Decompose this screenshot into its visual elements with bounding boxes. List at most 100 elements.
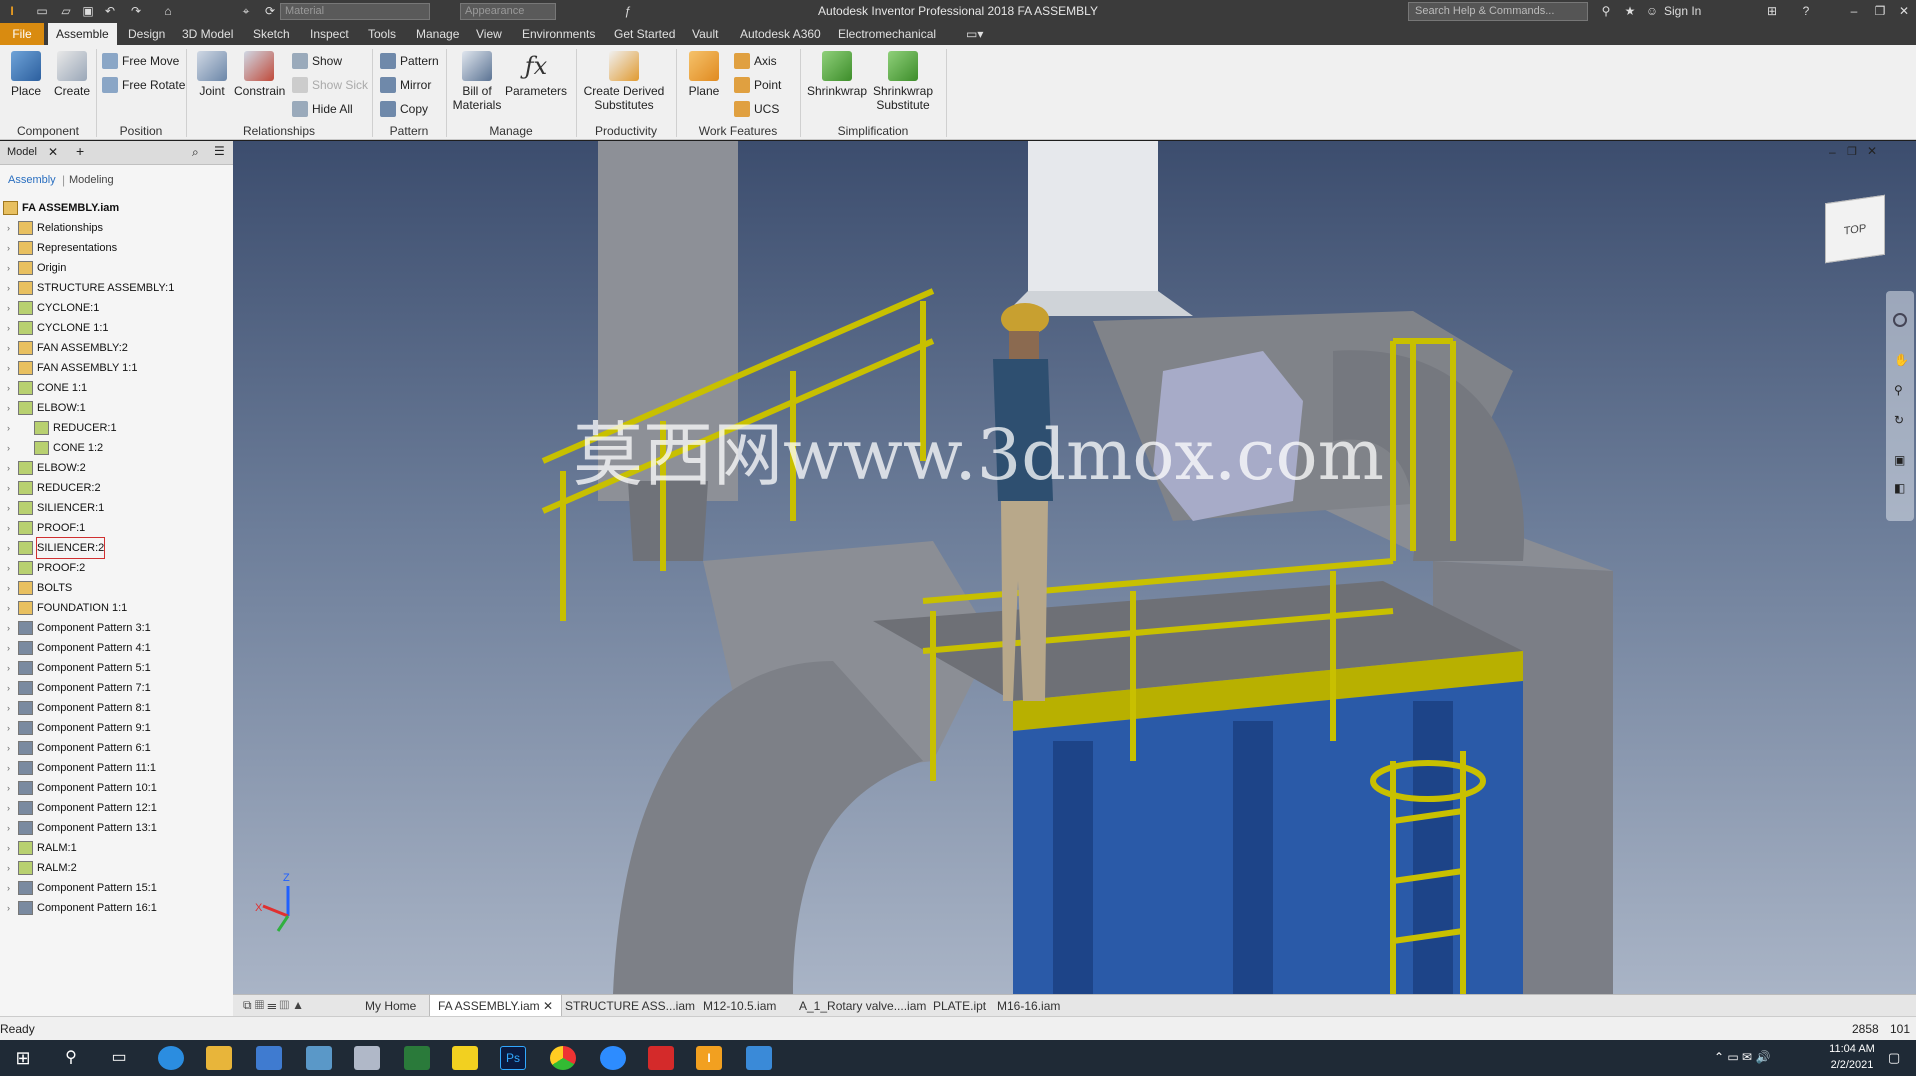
help-icon[interactable]: ? — [1798, 3, 1814, 19]
expand-arrow-icon[interactable]: › — [7, 418, 10, 438]
app-icon-1[interactable] — [306, 1046, 332, 1070]
menu-sketch[interactable]: Sketch — [245, 23, 298, 45]
menu-file[interactable]: File — [0, 23, 44, 45]
expand-arrow-icon[interactable]: › — [7, 838, 10, 858]
expand-arrow-icon[interactable]: › — [7, 538, 10, 558]
tree-item[interactable]: › PROOF:2 — [0, 558, 222, 578]
bom-button[interactable]: Bill of Materials — [450, 51, 504, 112]
expand-arrow-icon[interactable]: › — [7, 638, 10, 658]
shrinkwrap-substitute-button[interactable]: Shrinkwrap Substitute — [868, 51, 938, 112]
tree-item[interactable]: › PROOF:1 — [0, 518, 222, 538]
notification-icon[interactable]: ▢ — [1888, 1050, 1900, 1066]
menu-electromechanical[interactable]: Electromechanical — [830, 23, 944, 45]
expand-arrow-icon[interactable]: › — [7, 878, 10, 898]
expand-arrow-icon[interactable]: › — [7, 798, 10, 818]
expand-arrow-icon[interactable]: › — [7, 238, 10, 258]
viewport-restore-icon[interactable]: ❐ — [1847, 145, 1857, 158]
edge-icon[interactable] — [158, 1046, 184, 1070]
tree-item[interactable]: › CONE 1:1 — [0, 378, 222, 398]
show-button[interactable]: Show — [292, 51, 342, 71]
menu-design[interactable]: Design — [120, 23, 173, 45]
pattern-button[interactable]: Pattern — [380, 51, 439, 71]
show-sick-button[interactable]: Show Sick — [292, 75, 368, 95]
tree-item[interactable]: › Origin — [0, 258, 222, 278]
place-button[interactable]: Place — [6, 51, 46, 98]
constrain-button[interactable]: Constrain — [234, 51, 285, 98]
doc-tab-close-icon[interactable]: ✕ — [543, 999, 553, 1013]
point-button[interactable]: Point — [734, 75, 781, 95]
expand-arrow-icon[interactable]: › — [7, 578, 10, 598]
tree-item[interactable]: › Component Pattern 3:1 — [0, 618, 222, 638]
expand-arrow-icon[interactable]: › — [7, 438, 10, 458]
expand-arrow-icon[interactable]: › — [7, 218, 10, 238]
group-pattern[interactable]: Pattern — [372, 122, 446, 140]
free-rotate-button[interactable]: Free Rotate — [102, 75, 185, 95]
mirror-button[interactable]: Mirror — [380, 75, 431, 95]
tree-item[interactable]: › CYCLONE:1 — [0, 298, 222, 318]
free-move-button[interactable]: Free Move — [102, 51, 179, 71]
doc-tab-rotary-valve[interactable]: A_1_Rotary valve....iam — [791, 995, 934, 1017]
viewport-close-icon[interactable]: ✕ — [1867, 144, 1877, 158]
expand-arrow-icon[interactable]: › — [7, 818, 10, 838]
expand-arrow-icon[interactable]: › — [7, 258, 10, 278]
group-position[interactable]: Position — [96, 122, 186, 140]
expand-arrow-icon[interactable]: › — [7, 498, 10, 518]
file-explorer-icon[interactable] — [206, 1046, 232, 1070]
tree-item[interactable]: › FOUNDATION 1:1 — [0, 598, 222, 618]
doc-tab-structure[interactable]: STRUCTURE ASS...iam — [557, 995, 703, 1017]
group-simplification[interactable]: Simplification — [800, 122, 946, 140]
app-icon-2[interactable] — [354, 1046, 380, 1070]
expand-arrow-icon[interactable]: › — [7, 318, 10, 338]
clock-date[interactable]: 2/2/2021 — [1822, 1059, 1882, 1071]
expand-arrow-icon[interactable]: › — [7, 618, 10, 638]
tray-icons[interactable]: ⌃ ▭ ✉ 🔊 — [1714, 1050, 1770, 1064]
sign-in-link[interactable]: Sign In — [1664, 4, 1701, 18]
tree-item[interactable]: › Component Pattern 5:1 — [0, 658, 222, 678]
menu-manage[interactable]: Manage — [408, 23, 467, 45]
orbit-icon[interactable]: ↻ — [1894, 413, 1904, 427]
create-button[interactable]: Create — [52, 51, 92, 98]
menu-tools[interactable]: Tools — [360, 23, 404, 45]
expand-arrow-icon[interactable]: › — [7, 478, 10, 498]
tree-item[interactable]: › Component Pattern 11:1 — [0, 758, 222, 778]
expand-arrow-icon[interactable]: › — [7, 718, 10, 738]
tree-item[interactable]: › Component Pattern 4:1 — [0, 638, 222, 658]
expand-arrow-icon[interactable]: › — [7, 778, 10, 798]
clock-time[interactable]: 11:04 AM — [1822, 1043, 1882, 1055]
menu-vault[interactable]: Vault — [684, 23, 726, 45]
maximize-icon[interactable]: ❐ — [1872, 3, 1888, 19]
tree-item[interactable]: › SILIENCER:2 — [0, 537, 222, 559]
graphics-viewport[interactable]: Z X 莫西网www.3dmox.com TOP – ❐ ✕ ✋ ⚲ ↻ ▣ ◧ — [233, 141, 1916, 994]
expand-arrow-icon[interactable]: › — [7, 398, 10, 418]
expand-arrow-icon[interactable]: › — [7, 858, 10, 878]
expand-arrow-icon[interactable]: › — [7, 518, 10, 538]
tree-item[interactable]: › RALM:1 — [0, 838, 222, 858]
menu-a360[interactable]: Autodesk A360 — [732, 23, 829, 45]
group-component[interactable]: Component — [0, 122, 96, 140]
menu-view[interactable]: View — [468, 23, 510, 45]
tree-item[interactable]: › Component Pattern 16:1 — [0, 898, 222, 918]
photos-icon[interactable] — [746, 1046, 772, 1070]
inventor-taskbar-icon[interactable]: I — [696, 1046, 722, 1070]
copy-button[interactable]: Copy — [380, 99, 428, 119]
joint-button[interactable]: Joint — [192, 51, 232, 98]
group-relationships[interactable]: Relationships — [186, 122, 372, 140]
tile-icons[interactable]: ⧉ ▦ ☰ ▥ ▲ — [243, 998, 304, 1013]
binoculars-icon[interactable]: ⚲ — [1598, 3, 1614, 19]
tree-item[interactable]: › Component Pattern 7:1 — [0, 678, 222, 698]
expand-arrow-icon[interactable]: › — [7, 378, 10, 398]
tree-item[interactable]: › REDUCER:2 — [0, 478, 222, 498]
menu-icon[interactable]: ☰ — [214, 144, 225, 158]
plane-button[interactable]: Plane — [686, 51, 722, 98]
taskbar-search-icon[interactable]: ⚲ — [58, 1046, 84, 1070]
expand-arrow-icon[interactable]: › — [7, 658, 10, 678]
tree-item[interactable]: › RALM:2 — [0, 858, 222, 878]
expand-arrow-icon[interactable]: › — [7, 738, 10, 758]
create-derived-substitutes-button[interactable]: Create Derived Substitutes — [580, 51, 668, 112]
expand-arrow-icon[interactable]: › — [7, 598, 10, 618]
expand-arrow-icon[interactable]: › — [7, 898, 10, 918]
tree-item[interactable]: › Component Pattern 8:1 — [0, 698, 222, 718]
doc-tab-m16[interactable]: M16-16.iam — [989, 995, 1068, 1017]
calculator-icon[interactable] — [404, 1046, 430, 1070]
group-manage[interactable]: Manage — [446, 122, 576, 140]
